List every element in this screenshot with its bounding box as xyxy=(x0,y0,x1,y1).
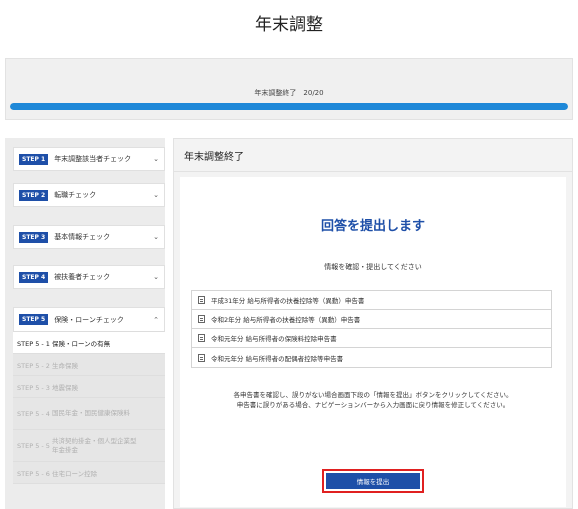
chevron-down-icon: ⌄ xyxy=(153,273,159,281)
sub-item-label: STEP 5 - 4 xyxy=(17,409,50,418)
page-title: 年末調整 xyxy=(255,15,323,35)
instructions-line-1: 各申告書を確認し、誤りがない場合画面下段の「情報を提出」ボタンをクリックしてくだ… xyxy=(233,391,513,399)
instructions: 各申告書を確認し、誤りがない場合画面下段の「情報を提出」ボタンをクリックしてくだ… xyxy=(180,390,566,410)
step-5-sub-list: STEP 5 - 1 保険・ローンの有無 STEP 5 - 2 生命保険 STE… xyxy=(13,332,165,484)
document-title: 令和元年分 給与所得者の保険料控除申告書 xyxy=(211,335,337,343)
step-label: 年末調整該当者チェック xyxy=(54,155,132,163)
progress-bar xyxy=(10,103,568,110)
main-header: 年末調整終了 xyxy=(174,139,572,172)
confirm-text: 情報を確認・提出してください xyxy=(324,263,422,271)
chevron-down-icon: ⌄ xyxy=(153,155,159,163)
main-body: 回答を提出します 情報を確認・提出してください 平成31年分 給与所得者の扶養控… xyxy=(180,177,566,507)
document-icon xyxy=(198,334,205,342)
step-badge: STEP 2 xyxy=(19,189,49,201)
chevron-down-icon: ⌄ xyxy=(153,233,159,241)
step-label: 基本情報チェック xyxy=(54,233,111,241)
sidebar-step-4[interactable]: STEP 4 被扶養者チェック ⌄ xyxy=(13,265,165,289)
document-list: 平成31年分 給与所得者の扶養控除等（異動）申告書 令和2年分 給与所得者の扶養… xyxy=(191,290,552,368)
submit-button-highlight: 情報を提出 xyxy=(322,469,424,493)
sidebar-step-2[interactable]: STEP 2 転職チェック ⌄ xyxy=(13,183,165,207)
chevron-up-icon: ⌃ xyxy=(153,315,159,324)
main-panel: 年末調整終了 回答を提出します 情報を確認・提出してください 平成31年分 給与… xyxy=(173,138,573,509)
sub-item-extra: 国民年金・国民健康保険料 xyxy=(52,409,131,417)
document-icon xyxy=(198,315,205,323)
sub-item-5-6[interactable]: STEP 5 - 6 住宅ローン控除 xyxy=(13,462,165,484)
progress-text: 年末調整終了 20/20 xyxy=(254,89,324,97)
step-badge: STEP 4 xyxy=(19,271,49,283)
chevron-down-icon: ⌄ xyxy=(153,191,159,199)
document-title: 令和2年分 給与所得者の扶養控除等（異動）申告書 xyxy=(211,316,361,324)
document-row[interactable]: 令和元年分 給与所得者の配偶者控除等申告書 xyxy=(192,348,551,367)
sub-item-5-3[interactable]: STEP 5 - 3 地震保険 xyxy=(13,376,165,398)
document-title: 平成31年分 給与所得者の扶養控除等（異動）申告書 xyxy=(211,297,365,305)
document-row[interactable]: 令和元年分 給与所得者の保険料控除申告書 xyxy=(192,329,551,348)
sidebar: STEP 1 年末調整該当者チェック ⌄ STEP 2 転職チェック ⌄ STE… xyxy=(5,138,165,509)
document-row[interactable]: 令和2年分 給与所得者の扶養控除等（異動）申告書 xyxy=(192,310,551,329)
step-badge: STEP 3 xyxy=(19,231,49,243)
sub-item-extra: 共済契約掛金・個人型企業型年金掛金 xyxy=(52,436,137,454)
step-badge: STEP 1 xyxy=(19,153,49,165)
document-title: 令和元年分 給与所得者の配偶者控除等申告書 xyxy=(211,354,344,363)
step-badge: STEP 5 xyxy=(19,314,49,325)
submit-button[interactable]: 情報を提出 xyxy=(326,473,420,489)
sub-item-label: STEP 5 - 3 地震保険 xyxy=(17,383,79,392)
sub-item-label: STEP 5 - 5 xyxy=(17,441,50,450)
sidebar-step-5[interactable]: STEP 5 保険・ローンチェック ⌃ xyxy=(13,307,165,332)
step-label: 保険・ローンチェック xyxy=(54,315,124,324)
document-icon xyxy=(198,296,205,304)
sub-item-label: STEP 5 - 2 生命保険 xyxy=(17,361,79,370)
document-icon xyxy=(198,353,205,362)
document-row[interactable]: 平成31年分 給与所得者の扶養控除等（異動）申告書 xyxy=(192,291,551,310)
sub-item-5-2[interactable]: STEP 5 - 2 生命保険 xyxy=(13,354,165,376)
progress-bar-fill xyxy=(10,103,568,110)
submit-title: 回答を提出します xyxy=(320,219,425,234)
sub-item-5-5[interactable]: STEP 5 - 5 共済契約掛金・個人型企業型年金掛金 xyxy=(13,430,165,462)
sub-item-label: STEP 5 - 6 住宅ローン控除 xyxy=(17,469,98,478)
step-label: 転職チェック xyxy=(54,191,97,199)
progress-panel: 年末調整終了 20/20 xyxy=(5,58,573,120)
sub-item-5-4[interactable]: STEP 5 - 4 国民年金・国民健康保険料 xyxy=(13,398,165,430)
step-label: 被扶養者チェック xyxy=(54,273,111,281)
sub-item-5-1[interactable]: STEP 5 - 1 保険・ローンの有無 xyxy=(13,332,165,354)
sidebar-step-1[interactable]: STEP 1 年末調整該当者チェック ⌄ xyxy=(13,147,165,171)
instructions-line-2: 申告書に誤りがある場合、ナビゲーションバーから入力画面に戻り情報を修正してくださ… xyxy=(236,401,510,409)
sub-item-label: STEP 5 - 1 保険・ローンの有無 xyxy=(17,339,111,348)
sidebar-step-3[interactable]: STEP 3 基本情報チェック ⌄ xyxy=(13,225,165,249)
